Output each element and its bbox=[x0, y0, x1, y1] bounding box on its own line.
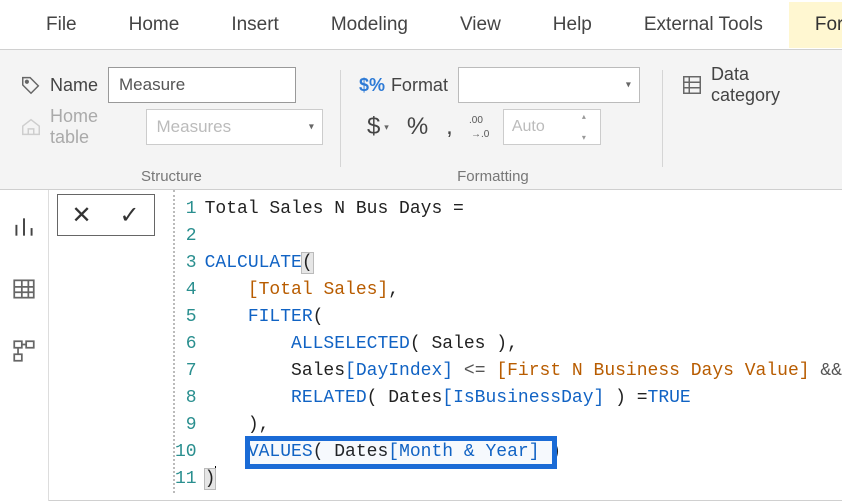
tab-format[interactable]: For bbox=[789, 2, 842, 48]
name-input[interactable] bbox=[108, 67, 296, 103]
report-view-button[interactable] bbox=[9, 212, 39, 242]
dax-code[interactable]: Total Sales N Bus Days = CALCULATE( [Tot… bbox=[205, 190, 842, 493]
tag-icon bbox=[20, 74, 42, 96]
left-nav bbox=[0, 190, 49, 501]
chevron-down-icon: ▾ bbox=[309, 122, 314, 133]
formula-confirm-box: ✕ ✓ bbox=[57, 194, 155, 236]
ribbon-group-structure: Name Home table Measures ▾ Structure bbox=[20, 64, 341, 189]
spinner-icon[interactable]: ▴▾ bbox=[582, 112, 596, 142]
format-icon: $% bbox=[359, 75, 383, 95]
thousands-separator-button[interactable]: , bbox=[438, 111, 461, 143]
format-select[interactable]: ▾ bbox=[458, 67, 640, 103]
model-view-button[interactable] bbox=[9, 336, 39, 366]
tab-external-tools[interactable]: External Tools bbox=[618, 2, 789, 48]
work-area: ✕ ✓ 1234567891011 Total Sales N Bus Days… bbox=[0, 190, 842, 501]
formula-editor: ✕ ✓ 1234567891011 Total Sales N Bus Days… bbox=[49, 190, 842, 501]
chevron-down-icon: ▾ bbox=[384, 122, 389, 133]
svg-text:.00: .00 bbox=[469, 115, 483, 126]
ribbon-group-formatting: $% Format ▾ $ ▾ % , .00 →.0 Auto ▴▾ bbox=[341, 64, 663, 189]
decimal-auto-input[interactable]: Auto ▴▾ bbox=[503, 109, 601, 145]
line-gutter: 1234567891011 bbox=[175, 190, 205, 493]
tab-file[interactable]: File bbox=[20, 2, 103, 48]
text-caret bbox=[215, 466, 216, 486]
tab-modeling[interactable]: Modeling bbox=[305, 2, 434, 48]
formula-bar: ✕ ✓ 1234567891011 Total Sales N Bus Days… bbox=[49, 190, 842, 501]
dax-editor[interactable]: 1234567891011 Total Sales N Bus Days = C… bbox=[173, 190, 842, 493]
home-table-select[interactable]: Measures ▾ bbox=[146, 109, 323, 145]
cancel-formula-button[interactable]: ✕ bbox=[72, 201, 92, 230]
auto-label: Auto bbox=[512, 118, 545, 136]
model-icon bbox=[11, 338, 37, 364]
tab-insert[interactable]: Insert bbox=[205, 2, 305, 48]
currency-button[interactable]: $ ▾ bbox=[359, 111, 397, 143]
data-view-button[interactable] bbox=[9, 274, 39, 304]
group-caption-structure: Structure bbox=[20, 168, 323, 185]
tab-view[interactable]: View bbox=[434, 2, 527, 48]
home-table-label: Home table bbox=[50, 106, 136, 148]
svg-text:→.0: →.0 bbox=[471, 129, 490, 140]
tab-home[interactable]: Home bbox=[103, 2, 206, 48]
decimals-icon: .00 →.0 bbox=[469, 113, 495, 141]
name-label: Name bbox=[50, 75, 98, 96]
data-category-label: Data category bbox=[711, 64, 814, 106]
home-table-value: Measures bbox=[157, 117, 232, 137]
group-caption-formatting: Formatting bbox=[341, 168, 645, 185]
format-label: Format bbox=[391, 75, 448, 96]
tab-help[interactable]: Help bbox=[527, 2, 618, 48]
data-category-icon bbox=[681, 74, 703, 96]
ribbon-group-properties: Data category bbox=[663, 64, 842, 189]
percent-button[interactable]: % bbox=[399, 111, 436, 143]
table-icon bbox=[11, 276, 37, 302]
commit-formula-button[interactable]: ✓ bbox=[120, 201, 140, 230]
ribbon-tabs: File Home Insert Modeling View Help Exte… bbox=[0, 0, 842, 50]
decimal-places-button[interactable]: .00 →.0 bbox=[463, 113, 501, 141]
bar-chart-icon bbox=[11, 214, 37, 240]
currency-symbol: $ bbox=[367, 113, 380, 141]
ribbon-body: Name Home table Measures ▾ Structure $% … bbox=[0, 50, 842, 190]
home-icon bbox=[20, 116, 42, 138]
chevron-down-icon: ▾ bbox=[626, 80, 631, 91]
